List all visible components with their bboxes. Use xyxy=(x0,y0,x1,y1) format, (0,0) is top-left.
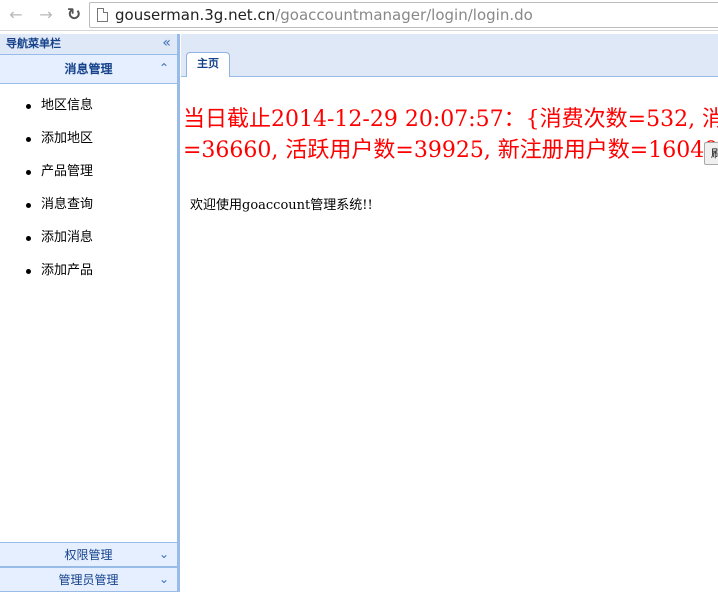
menu-item-product-management[interactable]: 产品管理 xyxy=(0,159,177,192)
welcome-text: 欢迎使用goaccount管理系统!! xyxy=(190,198,373,213)
url-text[interactable]: gouserman.3g.net.cn/goaccountmanager/log… xyxy=(115,5,533,25)
url-path: /goaccountmanager/login/login.do xyxy=(275,6,533,24)
nav-panel-header: 导航菜单栏 « xyxy=(0,34,177,55)
menu-item-region-info[interactable]: 地区信息 xyxy=(0,93,177,126)
refresh-button[interactable]: 刷 xyxy=(704,142,718,165)
daily-stats: 当日截止2014-12-29 20:07:57：{消费次数=532, 消费 =3… xyxy=(183,104,718,166)
tab-home[interactable]: 主页 xyxy=(186,52,230,77)
stats-line-1: 当日截止2014-12-29 20:07:57：{消费次数=532, 消费 xyxy=(183,107,718,132)
section-header-admins[interactable]: 管理员管理 ⌄ xyxy=(0,567,177,592)
section-title: 权限管理 xyxy=(64,548,113,562)
collapse-left-icon[interactable]: « xyxy=(162,35,171,51)
reload-icon[interactable]: ↻ xyxy=(64,5,84,25)
forward-icon[interactable]: → xyxy=(36,5,56,25)
menu-item-message-query[interactable]: 消息查询 xyxy=(0,192,177,225)
section-header-permissions[interactable]: 权限管理 ⌄ xyxy=(0,542,177,567)
menu-item-add-region[interactable]: 添加地区 xyxy=(0,126,177,159)
menu-item-add-product[interactable]: 添加产品 xyxy=(0,258,177,291)
address-bar[interactable]: gouserman.3g.net.cn/goaccountmanager/log… xyxy=(89,2,718,28)
chevron-down-icon[interactable]: ⌄ xyxy=(159,546,169,562)
main-content: 主页 当日截止2014-12-29 20:07:57：{消费次数=532, 消费… xyxy=(181,34,718,592)
back-icon[interactable]: ← xyxy=(6,5,26,25)
message-menu: 地区信息 添加地区 产品管理 消息查询 添加消息 添加产品 xyxy=(0,84,177,291)
collapsed-sections: 权限管理 ⌄ 管理员管理 ⌄ xyxy=(0,542,177,592)
section-title: 管理员管理 xyxy=(58,573,119,587)
chevron-down-icon[interactable]: ⌄ xyxy=(159,571,169,587)
nav-panel-title: 导航菜单栏 xyxy=(6,37,61,50)
chevron-up-icon[interactable]: ⌃ xyxy=(159,60,169,76)
page-icon xyxy=(97,8,108,22)
section-title: 消息管理 xyxy=(64,62,113,76)
stats-line-2: =36660, 活跃用户数=39925, 新注册用户数=16049} xyxy=(183,138,718,163)
url-host: gouserman.3g.net.cn xyxy=(115,6,276,24)
section-header-message[interactable]: 消息管理 ⌃ xyxy=(0,55,177,84)
tab-strip: 主页 xyxy=(181,34,718,77)
nav-panel: 导航菜单栏 « 消息管理 ⌃ 地区信息 添加地区 产品管理 消息查询 添加消息 … xyxy=(0,34,180,592)
browser-toolbar: ← → ↻ gouserman.3g.net.cn/goaccountmanag… xyxy=(0,0,718,31)
menu-item-add-message[interactable]: 添加消息 xyxy=(0,225,177,258)
